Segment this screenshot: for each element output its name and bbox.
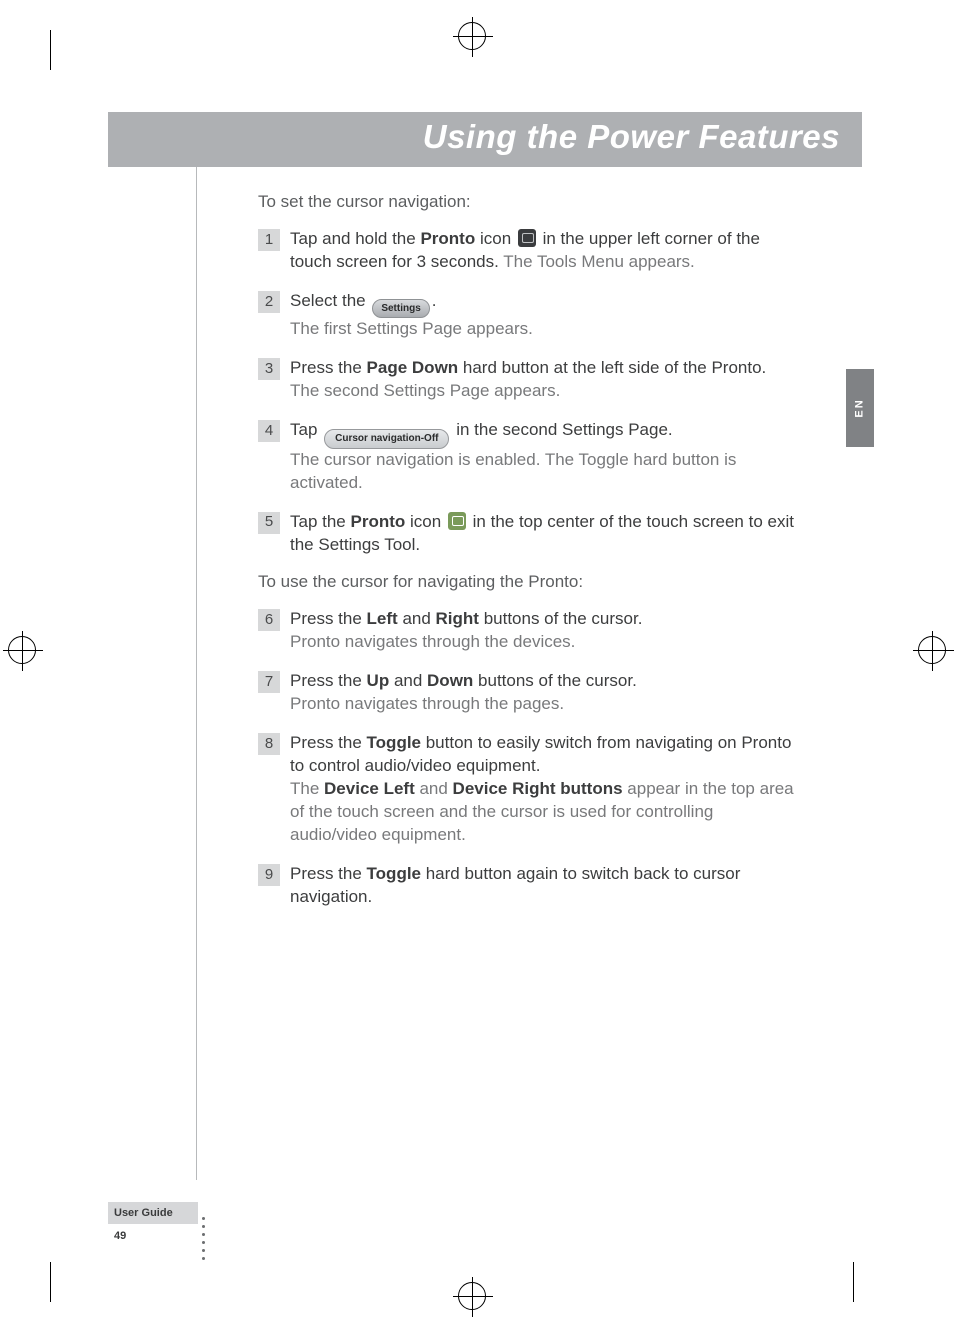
step-body: Press the Left and Right buttons of the … (290, 608, 802, 654)
step-body: Press the Toggle button to easily switch… (290, 732, 802, 847)
registration-mark-bottom (458, 1282, 486, 1310)
step-body: Tap Cursor navigation-Off in the second … (290, 419, 802, 494)
sidebar-rule (196, 167, 197, 1180)
settings-button-graphic: Settings (372, 299, 429, 319)
step-item: 7 Press the Up and Down buttons of the c… (258, 670, 802, 716)
step-body: Select the Settings. The first Settings … (290, 290, 802, 341)
crop-mark (920, 650, 954, 651)
pronto-icon (518, 229, 536, 247)
registration-mark-top (458, 22, 486, 50)
step-number: 5 (258, 512, 280, 534)
step-number: 1 (258, 229, 280, 251)
step-number: 9 (258, 864, 280, 886)
pronto-icon (448, 512, 466, 530)
step-number: 7 (258, 671, 280, 693)
section-title: Using the Power Features (423, 118, 840, 156)
step-item: 3 Press the Page Down hard button at the… (258, 357, 802, 403)
footer: User Guide 49 (108, 1202, 198, 1242)
step-number: 6 (258, 609, 280, 631)
step-item: 6 Press the Left and Right buttons of th… (258, 608, 802, 654)
cursor-nav-off-button-graphic: Cursor navigation-Off (324, 429, 449, 449)
step-body: Press the Toggle hard button again to sw… (290, 863, 802, 909)
step-body: Press the Page Down hard button at the l… (290, 357, 802, 403)
step-item: 2 Select the Settings. The first Setting… (258, 290, 802, 341)
registration-mark-left (8, 636, 36, 664)
step-item: 1 Tap and hold the Pronto icon in the up… (258, 228, 802, 274)
language-tab-label: EN (854, 398, 866, 417)
step-number: 4 (258, 420, 280, 442)
step-body: Press the Up and Down buttons of the cur… (290, 670, 802, 716)
section-header-band: Using the Power Features (108, 112, 862, 167)
language-tab: EN (846, 369, 874, 447)
step-body: Tap the Pronto icon in the top center of… (290, 511, 802, 557)
footer-label: User Guide (108, 1202, 198, 1224)
step-number: 2 (258, 291, 280, 313)
decorative-dots (202, 1217, 205, 1260)
step-item: 9 Press the Toggle hard button again to … (258, 863, 802, 909)
page-number: 49 (108, 1224, 198, 1242)
page-area: Using the Power Features EN To set the c… (108, 62, 862, 1270)
step-number: 3 (258, 358, 280, 380)
step-body: Tap and hold the Pronto icon in the uppe… (290, 228, 802, 274)
intro-text: To set the cursor navigation: (258, 192, 802, 212)
step-item: 5 Tap the Pronto icon in the top center … (258, 511, 802, 557)
intro-text: To use the cursor for navigating the Pro… (258, 572, 802, 592)
content-area: To set the cursor navigation: 1 Tap and … (258, 192, 802, 925)
step-item: 8 Press the Toggle button to easily swit… (258, 732, 802, 847)
step-item: 4 Tap Cursor navigation-Off in the secon… (258, 419, 802, 494)
step-number: 8 (258, 733, 280, 755)
